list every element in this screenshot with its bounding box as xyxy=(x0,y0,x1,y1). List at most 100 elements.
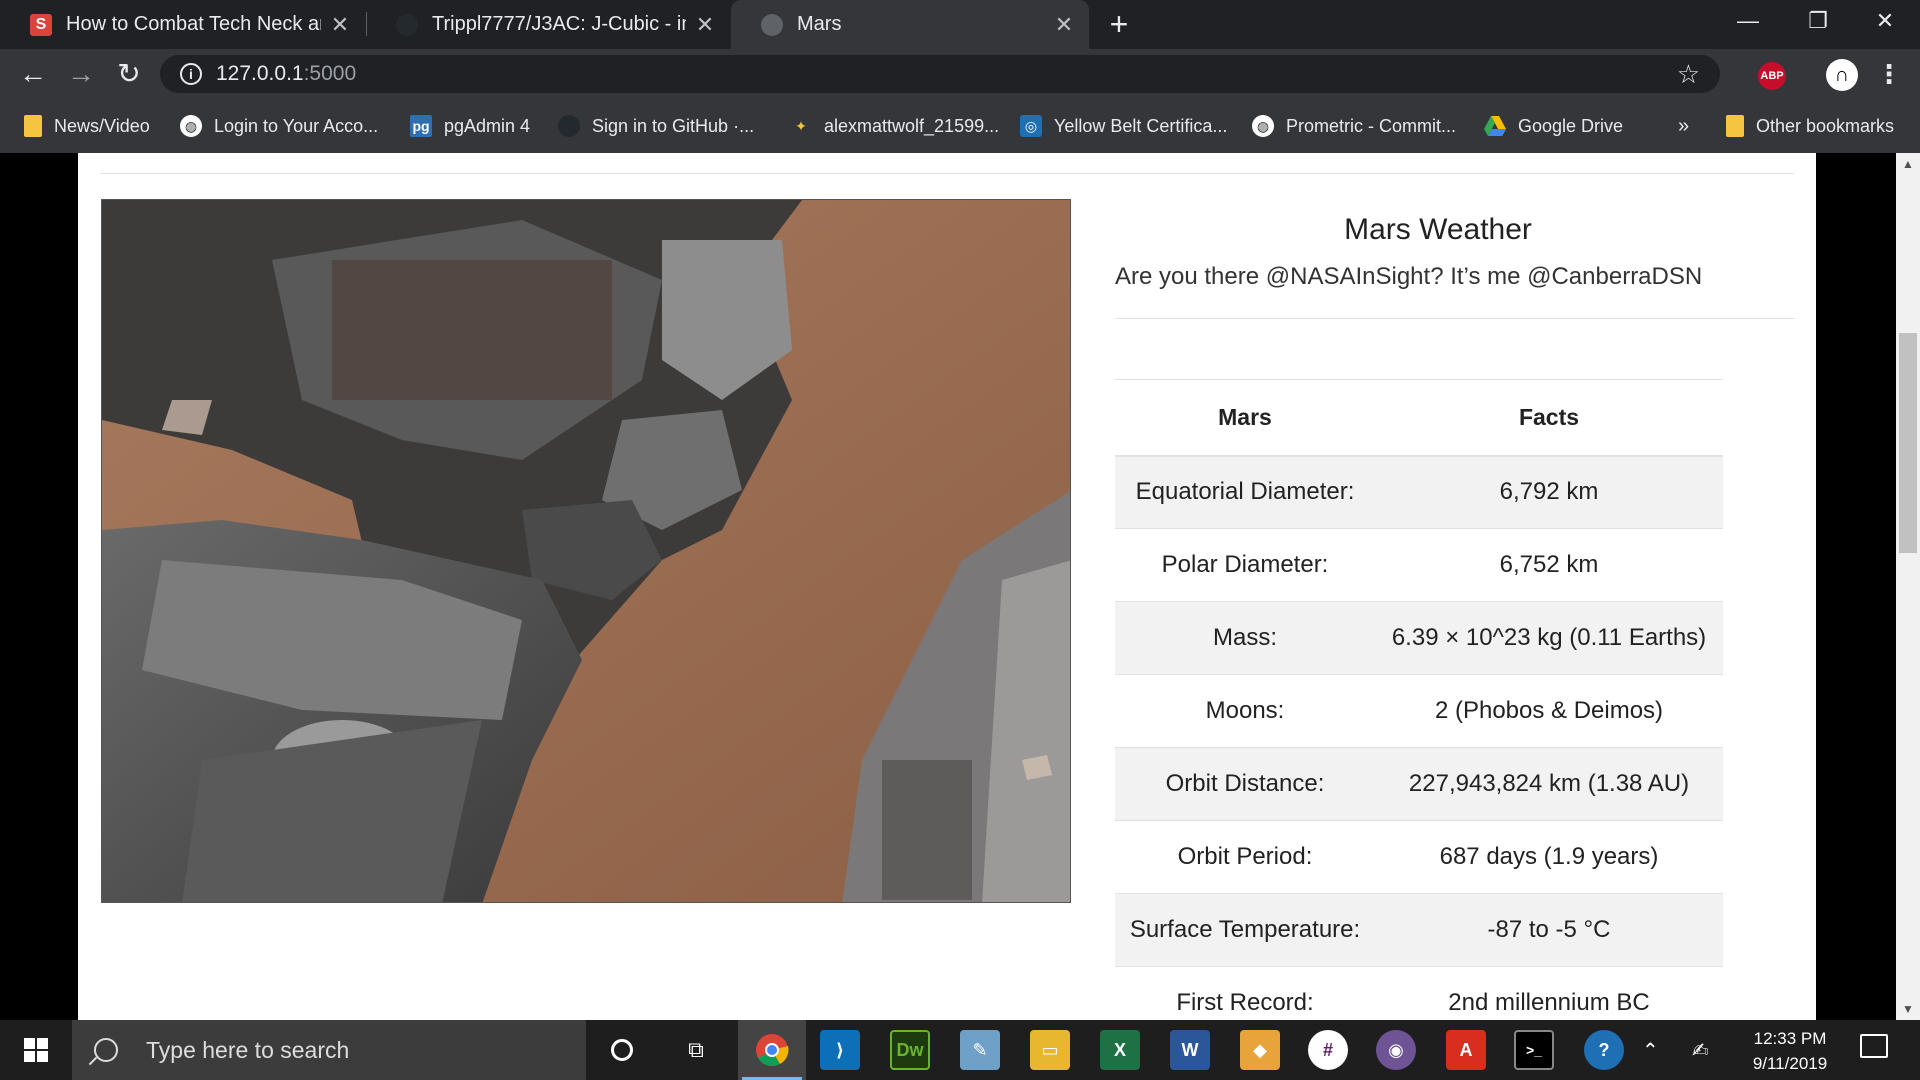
column-header-facts: Facts xyxy=(1375,379,1723,457)
other-bookmarks[interactable]: Other bookmarks xyxy=(1726,99,1894,153)
forward-button[interactable]: → xyxy=(62,55,100,93)
bookmarks-overflow-button[interactable]: » xyxy=(1678,99,1689,153)
bookmark-label: alexmattwolf_21599... xyxy=(824,115,1000,136)
column-header-mars: Mars xyxy=(1115,379,1375,457)
github-icon xyxy=(558,115,580,137)
start-button[interactable] xyxy=(0,1020,72,1080)
back-button[interactable]: ← xyxy=(14,55,52,93)
clock-time: 12:33 PM xyxy=(1753,1029,1827,1048)
adblock-icon[interactable]: ABP xyxy=(1758,62,1786,90)
scroll-thumb[interactable] xyxy=(1899,333,1917,553)
drive-icon xyxy=(1484,115,1506,137)
scroll-up-arrow-icon[interactable]: ▲ xyxy=(1896,153,1920,175)
table-row: Equatorial Diameter: 6,792 km xyxy=(1115,455,1723,529)
bookmark-alexmattwolf[interactable]: ✦ alexmattwolf_21599... xyxy=(790,99,999,153)
address-bar[interactable]: i 127.0.0.1:5000 ☆ xyxy=(160,55,1720,93)
slack-icon[interactable]: # xyxy=(1308,1030,1348,1070)
terminal-icon[interactable]: >_ xyxy=(1514,1030,1554,1070)
file-explorer-icon[interactable]: ▭ xyxy=(1030,1030,1070,1070)
help-icon[interactable]: ? xyxy=(1584,1030,1624,1070)
profile-avatar[interactable]: ∩ xyxy=(1826,59,1858,91)
chrome-icon[interactable] xyxy=(752,1030,792,1070)
page-scrollbar[interactable]: ▲ ▼ xyxy=(1896,153,1920,1020)
bird-icon: ✦ xyxy=(795,117,807,134)
fact-value: 2 (Phobos & Deimos) xyxy=(1375,674,1723,748)
reload-button[interactable]: ↻ xyxy=(110,55,148,93)
github-icon xyxy=(396,13,418,36)
tab-strip: S How to Combat Tech Neck and S ✕ Trippl… xyxy=(0,0,1920,49)
fact-value: 227,943,824 km (1.38 AU) xyxy=(1375,747,1723,821)
restore-button[interactable]: ❐ xyxy=(1783,0,1853,42)
globe-icon xyxy=(761,13,783,36)
scroll-down-arrow-icon[interactable]: ▼ xyxy=(1896,998,1920,1020)
dreamweaver-icon[interactable]: Dw xyxy=(890,1030,930,1070)
task-view-icon[interactable]: ⧉ xyxy=(676,1030,716,1070)
fact-label: Mass: xyxy=(1115,601,1375,675)
minimize-button[interactable]: — xyxy=(1713,0,1783,42)
search-icon xyxy=(94,1038,118,1062)
mars-facts-table: Mars Facts Equatorial Diameter: 6,792 km … xyxy=(1115,379,1723,1020)
notepad-icon[interactable]: ✎ xyxy=(960,1030,1000,1070)
word-icon[interactable]: W xyxy=(1170,1030,1210,1070)
folder-icon xyxy=(1726,115,1744,137)
system-clock[interactable]: 12:33 PM 9/11/2019 xyxy=(1740,1026,1840,1076)
close-window-button[interactable]: ✕ xyxy=(1850,0,1920,42)
table-row: Moons: 2 (Phobos & Deimos) xyxy=(1115,674,1723,748)
bookmark-yellow-belt[interactable]: ◎ Yellow Belt Certifica... xyxy=(1020,99,1227,153)
tab-tech-neck[interactable]: S How to Combat Tech Neck and S ✕ xyxy=(0,0,365,49)
gitkraken-icon[interactable]: ◆ xyxy=(1240,1030,1280,1070)
fact-value: -87 to -5 °C xyxy=(1375,893,1723,967)
weather-tweet: Are you there @NASAInSight? It’s me @Can… xyxy=(1115,263,1703,290)
fact-value: 687 days (1.9 years) xyxy=(1375,820,1723,894)
taskbar-search[interactable]: Type here to search xyxy=(72,1020,586,1080)
mars-image xyxy=(101,199,1071,903)
table-row: Orbit Period: 687 days (1.9 years) xyxy=(1115,820,1723,894)
page-content: Mars Weather Are you there @NASAInSight?… xyxy=(78,153,1816,1020)
bookmark-login[interactable]: ◍ Login to Your Acco... xyxy=(180,99,378,153)
vscode-icon[interactable]: ⟩ xyxy=(820,1030,860,1070)
menu-icon[interactable]: ⋮ xyxy=(1876,57,1902,91)
cortana-icon[interactable] xyxy=(602,1030,642,1070)
notifications-icon[interactable] xyxy=(1860,1034,1888,1058)
pen-icon[interactable]: ✍ xyxy=(1692,1038,1709,1063)
globe-icon: ◍ xyxy=(180,115,202,137)
mars-rover-photo xyxy=(102,200,1070,902)
bookmark-pgadmin[interactable]: pg pgAdmin 4 xyxy=(410,99,530,153)
bookmarks-bar: News/Video ◍ Login to Your Acco... pg pg… xyxy=(0,99,1920,153)
bookmark-news-video[interactable]: News/Video xyxy=(24,99,150,153)
fact-label: Orbit Period: xyxy=(1115,820,1375,894)
windows-taskbar: Type here to search ⧉ ⟩ Dw ✎ ▭ X W ◆ # ◉… xyxy=(0,1020,1920,1080)
close-icon[interactable]: ✕ xyxy=(1053,12,1075,38)
table-row: Mass: 6.39 × 10^23 kg (0.11 Earths) xyxy=(1115,601,1723,675)
url-host: 127.0.0.1 xyxy=(216,62,304,85)
info-icon[interactable]: i xyxy=(180,63,202,85)
bookmark-prometric[interactable]: ◍ Prometric - Commit... xyxy=(1252,99,1456,153)
divider xyxy=(100,173,1794,174)
bookmark-star-icon[interactable]: ☆ xyxy=(1677,59,1700,90)
bookmark-label: Yellow Belt Certifica... xyxy=(1054,115,1228,136)
fact-value: 6.39 × 10^23 kg (0.11 Earths) xyxy=(1375,601,1723,675)
fact-label: Equatorial Diameter: xyxy=(1115,455,1375,529)
fact-value: 2nd millennium BC xyxy=(1375,966,1723,1020)
fact-value: 6,752 km xyxy=(1375,528,1723,602)
folder-icon xyxy=(24,115,42,137)
fact-label: Orbit Distance: xyxy=(1115,747,1375,821)
table-header-row: Mars Facts xyxy=(1115,379,1723,457)
new-tab-button[interactable]: + xyxy=(1100,6,1138,44)
bookmark-github[interactable]: Sign in to GitHub ·... xyxy=(558,99,754,153)
tab-mars[interactable]: Mars ✕ xyxy=(731,0,1089,49)
bookmark-google-drive[interactable]: Google Drive xyxy=(1484,99,1623,153)
close-icon[interactable]: ✕ xyxy=(694,12,716,38)
bookmark-label: News/Video xyxy=(54,115,150,136)
browser-toolbar: ← → ↻ i 127.0.0.1:5000 ☆ ABP ∩ ⋮ xyxy=(0,49,1920,99)
table-row: First Record: 2nd millennium BC xyxy=(1115,966,1723,1020)
clock-date: 9/11/2019 xyxy=(1752,1054,1828,1073)
search-placeholder: Type here to search xyxy=(146,1036,350,1063)
acrobat-icon[interactable]: A xyxy=(1446,1030,1486,1070)
excel-icon[interactable]: X xyxy=(1100,1030,1140,1070)
close-icon[interactable]: ✕ xyxy=(329,12,351,38)
github-desktop-icon[interactable]: ◉ xyxy=(1376,1030,1416,1070)
show-hidden-icons-icon[interactable]: ⌃ xyxy=(1642,1038,1659,1063)
tab-github[interactable]: Trippl7777/J3AC: J-Cubic - innov ✕ xyxy=(366,0,730,49)
table-row: Polar Diameter: 6,752 km xyxy=(1115,528,1723,602)
